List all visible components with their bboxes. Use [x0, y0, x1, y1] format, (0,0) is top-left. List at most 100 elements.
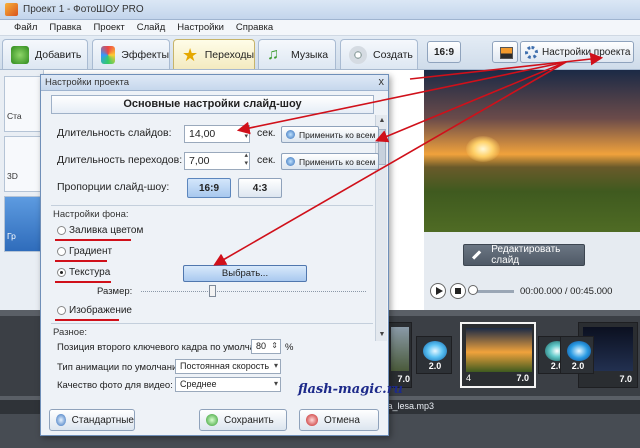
size-slider[interactable]	[141, 291, 366, 292]
stop-button[interactable]	[450, 283, 466, 299]
list-item[interactable]: Гр	[4, 196, 42, 252]
playback-handle[interactable]	[468, 285, 478, 295]
timeline-transition[interactable]: 2.0	[416, 336, 452, 374]
cancel-button[interactable]: Отмена	[299, 409, 379, 431]
bg-gradient-radio[interactable]: Градиент	[57, 246, 112, 257]
list-item-label: Гр	[7, 231, 16, 241]
tab-effects[interactable]: Эффекты	[92, 39, 170, 69]
dialog-titlebar: Настройки проекта x	[41, 75, 388, 91]
keyframe-label: Позиция второго ключевого кадра по умолч…	[57, 342, 276, 353]
transition-icon	[423, 341, 447, 361]
spin-icon: ⇕	[271, 341, 278, 350]
keyframe-unit: %	[285, 342, 294, 353]
red-underline	[55, 319, 119, 321]
timeline-slide[interactable]: 7.0	[388, 322, 412, 388]
close-icon[interactable]: x	[379, 76, 385, 88]
animation-type-select[interactable]: Постоянная скорость ▾	[175, 359, 281, 374]
misc-section-title: Разное:	[53, 327, 88, 338]
effects-list: Ста 3D Гр	[0, 70, 44, 310]
gear-icon	[56, 414, 66, 426]
apply-icon	[286, 157, 295, 166]
aspect-16-9-button[interactable]: 16:9	[187, 178, 231, 198]
menu-settings[interactable]: Настройки	[171, 20, 230, 35]
menubar: Файл Правка Проект Слайд Настройки Справ…	[0, 20, 640, 36]
apply-transition-duration-button[interactable]: Применить ко всем	[281, 153, 379, 170]
photo-quality-value: Среднее	[180, 379, 217, 389]
window-title: Проект 1 - ФотоШОУ PRO	[23, 4, 144, 15]
slide-duration-label: Длительность слайдов:	[57, 127, 172, 139]
transition-icon	[567, 341, 591, 361]
cancel-icon	[306, 414, 318, 426]
divider	[51, 205, 373, 206]
tab-add-label: Добавить	[35, 48, 82, 61]
scroll-thumb[interactable]	[378, 129, 386, 165]
red-underline	[55, 281, 111, 283]
scroll-down-icon[interactable]: ▼	[378, 331, 386, 339]
bg-fill-radio[interactable]: Заливка цветом	[57, 225, 143, 236]
tab-add[interactable]: Добавить	[2, 39, 88, 69]
bg-texture-radio[interactable]: Текстура	[57, 267, 110, 278]
apply-icon	[286, 130, 295, 139]
aspect-4-3-button[interactable]: 4:3	[238, 178, 282, 198]
apply-slide-duration-button[interactable]: Применить ко всем	[281, 126, 379, 143]
menu-project[interactable]: Проект	[87, 20, 130, 35]
keyframe-value: 80	[256, 341, 267, 351]
tab-music[interactable]: ♫ Музыка	[258, 39, 336, 69]
radio-circle	[57, 268, 66, 277]
add-icon	[11, 45, 29, 64]
playback-bar: 00:00.000 / 00:45.000	[424, 280, 640, 302]
photo-quality-select[interactable]: Среднее ▾	[175, 377, 281, 392]
music-icon: ♫	[267, 45, 279, 63]
defaults-button[interactable]: Стандартные	[49, 409, 135, 431]
transition-duration-label: Длительность переходов:	[57, 154, 183, 166]
window-titlebar: Проект 1 - ФотоШОУ PRO	[0, 0, 640, 20]
menu-edit[interactable]: Правка	[43, 20, 87, 35]
size-slider-handle[interactable]	[209, 285, 216, 297]
choose-texture-button[interactable]: Выбрать...	[183, 265, 307, 282]
dialog-title: Настройки проекта	[45, 77, 130, 88]
chevron-down-icon: ▾	[273, 361, 278, 370]
transition-duration-unit: сек.	[257, 154, 276, 166]
keyframe-input[interactable]: 80 ⇕	[251, 339, 281, 354]
background-section-title: Настройки фона:	[53, 209, 129, 220]
tab-effects-label: Эффекты	[121, 48, 169, 61]
menu-help[interactable]: Справка	[230, 20, 279, 35]
play-button[interactable]	[430, 283, 446, 299]
app-icon	[5, 3, 18, 16]
aspect-ratio-button[interactable]: 16:9	[427, 41, 461, 63]
image-view-button[interactable]	[492, 41, 518, 63]
red-underline	[55, 239, 131, 241]
apply-label: Применить ко всем	[299, 129, 376, 140]
edit-slide-button[interactable]: Редактировать слайд	[463, 244, 585, 266]
photo-quality-label: Качество фото для видео:	[57, 380, 173, 391]
edit-slide-label: Редактировать слайд	[491, 244, 561, 266]
tab-create[interactable]: Создать	[340, 39, 418, 69]
slide-duration-input[interactable]: 14,00	[184, 125, 250, 143]
list-item[interactable]: 3D	[4, 136, 42, 192]
sun-image	[466, 136, 500, 162]
timeline-transition[interactable]: 2.0	[560, 336, 594, 374]
aspect-ratio-label: Пропорции слайд-шоу:	[57, 181, 170, 193]
tab-transitions-label: Переходы	[204, 48, 254, 61]
slide-preview	[424, 70, 640, 232]
transition-duration-input[interactable]: 7,00	[184, 152, 250, 170]
bg-image-radio[interactable]: Изображение	[57, 305, 132, 316]
dialog-scrollbar[interactable]: ▲ ▼	[375, 115, 387, 341]
gear-icon	[525, 45, 538, 59]
timeline-slide[interactable]: 4 7.0	[460, 322, 536, 388]
bg-image-label: Изображение	[69, 305, 132, 316]
menu-slide[interactable]: Слайд	[131, 20, 172, 35]
project-settings-button[interactable]: Настройки проекта	[520, 41, 634, 63]
animation-type-label: Тип анимации по умолчанию:	[57, 362, 188, 373]
tab-transitions[interactable]: ★ Переходы	[173, 39, 255, 69]
slide-thumbnail	[466, 328, 532, 372]
project-settings-label: Настройки проекта	[542, 46, 631, 58]
transition-duration: 2.0	[571, 361, 585, 371]
slide-duration: 7.0	[619, 374, 632, 384]
menu-file[interactable]: Файл	[8, 20, 43, 35]
slide-duration: 7.0	[516, 373, 529, 383]
playback-track[interactable]	[472, 290, 514, 293]
list-item[interactable]: Ста	[4, 76, 42, 132]
scroll-up-icon[interactable]: ▲	[378, 117, 386, 125]
save-button[interactable]: Сохранить	[199, 409, 287, 431]
